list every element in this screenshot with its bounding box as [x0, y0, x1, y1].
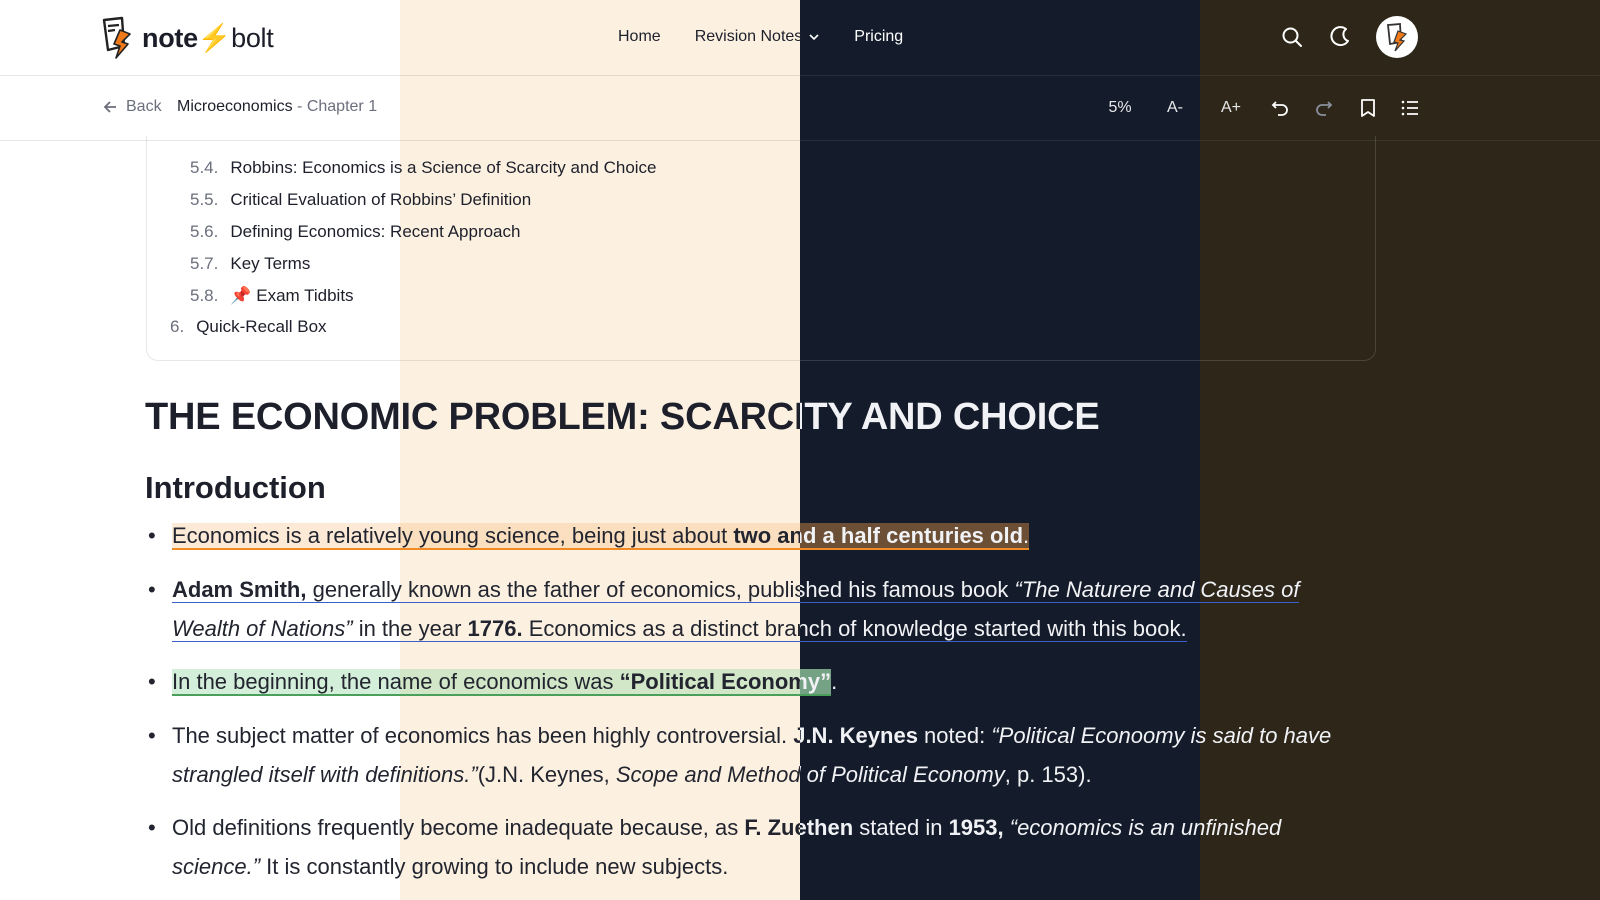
- avatar-bolt-icon: [1387, 23, 1408, 52]
- page-title: THE ECONOMIC PROBLEM: SCARCITY AND CHOIC…: [145, 396, 1100, 438]
- arrow-left-icon: [103, 101, 116, 113]
- breadcrumb-chapter: - Chapter 1: [297, 98, 378, 115]
- list-item: • Old definitions frequently become inad…: [148, 815, 1282, 879]
- nav-revision-notes-label: Revision Notes: [694, 28, 803, 45]
- back-label: Back: [126, 98, 162, 115]
- logo-notebook-bolt-icon: [102, 16, 131, 59]
- progress-percent: 5%: [1108, 99, 1132, 116]
- list-item: • The subject matter of economics has be…: [148, 723, 1332, 787]
- header-actions: [1280, 16, 1418, 58]
- chevron-down-icon: [809, 34, 819, 41]
- toc-item[interactable]: 5.6. Defining Economics: Recent Approach: [190, 222, 520, 242]
- top-header: note⚡bolt Home Revision Notes Pricing: [0, 0, 1600, 76]
- avatar[interactable]: [1376, 16, 1418, 58]
- breadcrumb: Microeconomics - Chapter 1: [177, 98, 377, 116]
- toc-item[interactable]: 5.5. Critical Evaluation of Robbins’ Defi…: [190, 190, 531, 210]
- logo[interactable]: note⚡bolt: [100, 16, 274, 60]
- list-item: • Economics is a relatively young scienc…: [148, 523, 1030, 550]
- logo-text: note⚡bolt: [142, 23, 274, 53]
- breadcrumb-subject[interactable]: Microeconomics: [177, 98, 293, 115]
- undo-icon[interactable]: [1268, 96, 1292, 120]
- toc-item[interactable]: 5.8. 📌 Exam Tidbits: [190, 286, 354, 306]
- main-nav: Home Revision Notes Pricing: [618, 28, 903, 46]
- list-item: • Adam Smith, generally known as the fat…: [148, 577, 1300, 642]
- reader-toolbar: Back Microeconomics - Chapter 1 5% A- A+: [0, 76, 1600, 141]
- font-increase-button[interactable]: A+: [1216, 96, 1246, 120]
- search-icon[interactable]: [1280, 25, 1304, 49]
- highlight-orange[interactable]: Economics is a relatively young science,…: [172, 523, 1030, 550]
- nav-pricing[interactable]: Pricing: [854, 28, 903, 46]
- toc-item[interactable]: 5.4. Robbins: Economics is a Science of S…: [190, 158, 657, 178]
- highlight-blue[interactable]: Adam Smith, generally known as the fathe…: [172, 577, 1300, 642]
- back-button[interactable]: Back: [102, 98, 162, 116]
- toc-item[interactable]: 5.7. Key Terms: [190, 254, 310, 274]
- font-decrease-button[interactable]: A-: [1160, 96, 1190, 120]
- toc-item[interactable]: 6. Quick-Recall Box: [170, 317, 327, 337]
- nav-revision-notes[interactable]: Revision Notes: [695, 28, 821, 46]
- reader-tools: 5% A- A+: [1102, 96, 1422, 120]
- highlight-green[interactable]: In the beginning, the name of economics …: [172, 669, 832, 696]
- table-of-contents-icon[interactable]: [1398, 96, 1422, 120]
- list-item: • In the beginning, the name of economic…: [148, 669, 838, 696]
- bookmark-icon[interactable]: [1356, 96, 1380, 120]
- theme-toggle-icon[interactable]: [1328, 25, 1352, 49]
- section-heading: Introduction: [145, 470, 326, 505]
- nav-home[interactable]: Home: [618, 28, 661, 46]
- redo-icon[interactable]: [1312, 96, 1336, 120]
